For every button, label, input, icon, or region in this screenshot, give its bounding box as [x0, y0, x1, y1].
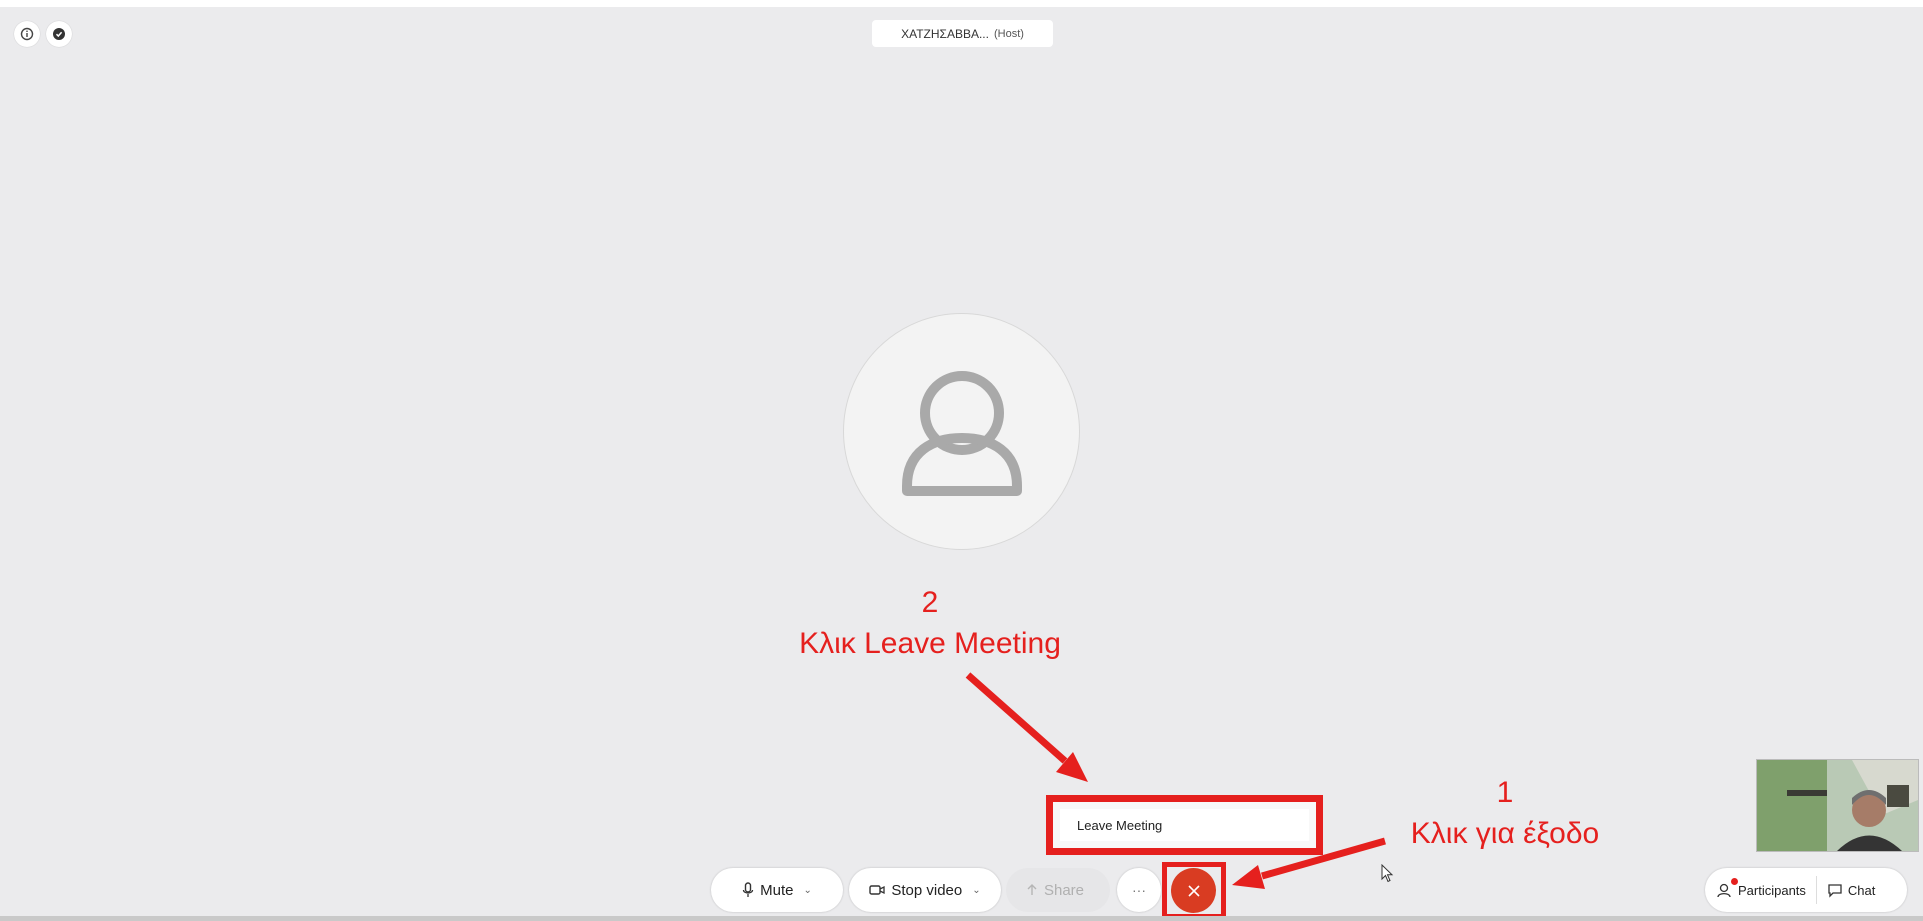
- mute-label: Mute: [760, 881, 794, 899]
- more-options-button[interactable]: ···: [1117, 868, 1161, 912]
- chat-bubble-icon: [1828, 883, 1842, 898]
- bottom-strip: [0, 916, 1923, 921]
- host-name: ΧΑΤΖΗΣΑΒΒΑ...: [901, 26, 989, 41]
- share-button[interactable]: Share: [1006, 868, 1110, 912]
- share-label: Share: [1043, 881, 1085, 899]
- leave-meeting-option[interactable]: Leave Meeting: [1060, 809, 1309, 841]
- participant-avatar: [843, 313, 1080, 550]
- host-role: (Host): [993, 27, 1024, 40]
- participants-icon: [1717, 883, 1731, 898]
- participants-button[interactable]: Participants: [1705, 868, 1816, 912]
- stop-video-label: Stop video: [891, 881, 963, 899]
- info-icon[interactable]: [14, 21, 40, 47]
- stop-video-button[interactable]: Stop video ⌄: [849, 868, 1001, 912]
- notification-dot-icon: [1731, 878, 1738, 885]
- annotation-step-1-number: 1: [1496, 776, 1514, 809]
- share-arrow-icon: [1027, 884, 1037, 895]
- self-video-image: [1757, 760, 1918, 851]
- annotation-step-2-text: Κλικ Leave Meeting: [799, 627, 1061, 660]
- top-left-icons: [14, 21, 72, 47]
- chat-button[interactable]: Chat: [1815, 876, 1876, 904]
- close-icon: [1187, 884, 1200, 897]
- end-meeting-button[interactable]: [1171, 868, 1216, 913]
- mute-button[interactable]: Mute ⌄: [711, 868, 843, 912]
- participants-label: Participants: [1738, 882, 1806, 898]
- chevron-down-icon[interactable]: ⌄: [803, 885, 811, 896]
- chat-label: Chat: [1847, 882, 1876, 898]
- self-video-preview[interactable]: [1756, 759, 1919, 852]
- microphone-icon: [742, 882, 754, 897]
- right-toolbar: Participants Chat: [1705, 868, 1907, 912]
- annotation-step-1-text: Κλικ για έξοδο: [1410, 817, 1600, 850]
- security-shield-icon[interactable]: [46, 21, 72, 47]
- annotation-step-2: 2 Κλικ Leave Meeting: [760, 582, 1100, 664]
- annotation-step-2-number: 2: [921, 586, 939, 619]
- more-options-label: ···: [1132, 882, 1146, 898]
- leave-meeting-menu: Leave Meeting: [1046, 795, 1323, 855]
- video-camera-icon: [869, 885, 886, 895]
- annotation-step-1: 1 Κλικ για έξοδο: [1380, 772, 1630, 854]
- chevron-down-icon[interactable]: ⌄: [972, 885, 980, 896]
- mouse-cursor-icon: [1381, 864, 1394, 883]
- person-icon: [902, 371, 1022, 496]
- host-name-label: ΧΑΤΖΗΣΑΒΒΑ... (Host): [872, 20, 1053, 47]
